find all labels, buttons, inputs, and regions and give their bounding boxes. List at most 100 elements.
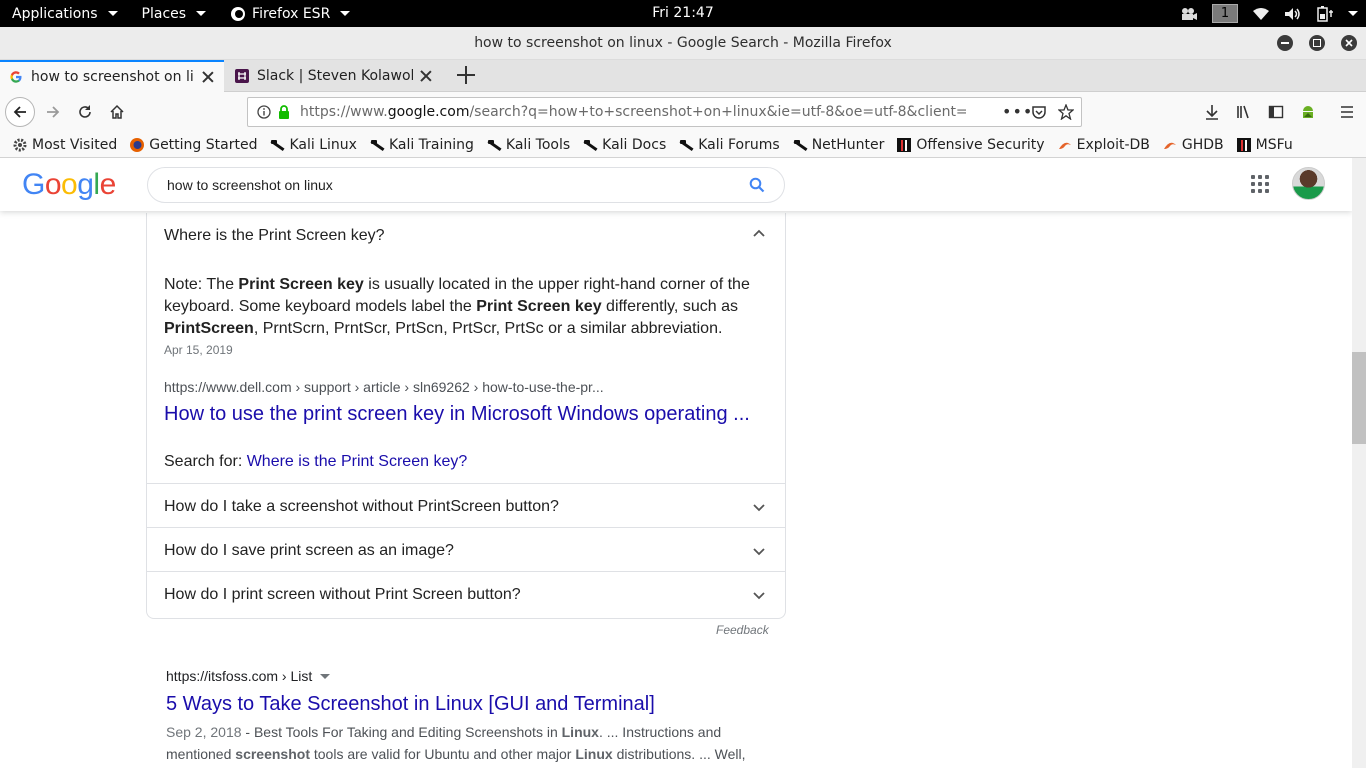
window-title: how to screenshot on linux - Google Sear… xyxy=(474,35,892,51)
close-window-button[interactable] xyxy=(1341,35,1357,51)
bookmark-most-visited[interactable]: Most Visited xyxy=(12,137,117,153)
arrow-right-icon xyxy=(47,106,60,118)
people-also-ask: Where is the Print Screen key? Note: The… xyxy=(146,213,786,619)
lock-icon[interactable] xyxy=(277,104,291,120)
bookmark-kali-training[interactable]: Kali Training xyxy=(369,137,474,153)
bookmark-msfu[interactable]: MSFu xyxy=(1236,137,1293,153)
battery-icon[interactable] xyxy=(1316,5,1334,23)
bookmark-label: Kali Linux xyxy=(289,136,357,153)
result-title-link[interactable]: How to use the print screen key in Micro… xyxy=(164,403,750,426)
google-apps-icon[interactable] xyxy=(1251,175,1269,193)
reload-icon xyxy=(79,105,91,118)
bookmark-kali-forums[interactable]: Kali Forums xyxy=(678,137,780,153)
snippet-bold: Print Screen key xyxy=(238,276,364,293)
maximize-icon xyxy=(1313,39,1321,47)
reload-button[interactable] xyxy=(70,97,100,127)
snippet-bold: Print Screen key xyxy=(476,298,602,315)
forward-button[interactable] xyxy=(38,97,68,127)
page-scrollbar[interactable] xyxy=(1352,158,1366,768)
bookmark-kali-docs[interactable]: Kali Docs xyxy=(582,137,666,153)
extension-button[interactable] xyxy=(1293,97,1323,127)
paa-snippet: Note: The Print Screen key is usually lo… xyxy=(164,274,764,340)
result-title-link[interactable]: 5 Ways to Take Screenshot in Linux [GUI … xyxy=(166,693,786,716)
bookmark-label: Getting Started xyxy=(149,136,258,153)
video-camera-icon[interactable] xyxy=(1180,5,1198,23)
page-actions-icon[interactable]: ••• xyxy=(1002,102,1033,121)
close-tab-icon[interactable] xyxy=(201,70,215,84)
firefox-app-label: Firefox ESR xyxy=(252,5,331,22)
firefox-icon xyxy=(231,6,246,21)
maximize-button[interactable] xyxy=(1309,35,1325,51)
search-for-row: Search for: Where is the Print Screen ke… xyxy=(164,453,467,471)
chevron-down-icon[interactable] xyxy=(752,588,766,602)
offsec-icon xyxy=(897,137,912,152)
applications-label: Applications xyxy=(12,5,98,22)
search-icon[interactable] xyxy=(749,177,765,193)
android-extension-icon xyxy=(1303,106,1313,118)
chevron-down-icon[interactable] xyxy=(752,544,766,558)
firefox-app-menu[interactable]: Firefox ESR xyxy=(218,0,362,27)
bookmark-exploit-db[interactable]: Exploit-DB xyxy=(1057,137,1150,153)
url-bar[interactable]: https://www.google.com/search?q=how+to+s… xyxy=(247,97,1082,127)
chevron-down-icon xyxy=(196,11,207,16)
back-button[interactable] xyxy=(5,97,35,127)
sidebar-button[interactable] xyxy=(1261,97,1291,127)
tab-label: Slack | Steven Kolawole | xyxy=(257,68,413,84)
paa-question[interactable]: How do I save print screen as an image? xyxy=(164,542,454,560)
star-bookmark-icon[interactable] xyxy=(1058,104,1074,120)
downloads-button[interactable] xyxy=(1197,97,1227,127)
close-tab-icon[interactable] xyxy=(419,69,433,83)
applications-menu[interactable]: Applications xyxy=(0,0,130,27)
wifi-icon[interactable] xyxy=(1252,5,1270,23)
library-icon xyxy=(1237,105,1249,119)
slack-favicon-icon xyxy=(235,69,249,83)
bookmark-label: GHDB xyxy=(1181,136,1224,153)
paa-question-expanded[interactable]: Where is the Print Screen key? xyxy=(164,227,385,245)
volume-icon[interactable] xyxy=(1284,5,1302,23)
workspace-indicator[interactable]: 1 xyxy=(1212,4,1238,23)
bookmark-getting-started[interactable]: Getting Started xyxy=(129,137,257,153)
bookmark-label: Kali Tools xyxy=(505,136,571,153)
url-path: /search?q=how+to+screenshot+on+linux&ie=… xyxy=(469,104,966,120)
bookmark-kali-linux[interactable]: Kali Linux xyxy=(269,136,357,153)
scrollbar-thumb[interactable] xyxy=(1352,352,1366,444)
paa-question[interactable]: How do I take a screenshot without Print… xyxy=(164,498,559,516)
bookmark-label: Offensive Security xyxy=(916,136,1045,153)
kali-dragon-icon xyxy=(269,137,285,153)
paa-question[interactable]: How do I print screen without Print Scre… xyxy=(164,586,521,604)
exploitdb-icon xyxy=(1058,142,1071,149)
offsec-icon xyxy=(1236,137,1251,152)
tab-slack[interactable]: Slack | Steven Kolawole | xyxy=(226,60,448,92)
tab-label: how to screenshot on linux xyxy=(31,69,195,85)
open-menu-button[interactable] xyxy=(1332,97,1362,127)
chevron-up-icon[interactable] xyxy=(752,227,766,241)
result-cite-text: https://itsfoss.com › List xyxy=(166,668,313,684)
system-menu-chevron-icon[interactable] xyxy=(1348,11,1358,16)
library-button[interactable] xyxy=(1229,97,1259,127)
home-button[interactable] xyxy=(102,97,132,127)
search-for-link[interactable]: Where is the Print Screen key? xyxy=(247,453,468,470)
minimize-button[interactable] xyxy=(1277,35,1293,51)
bookmark-ghdb[interactable]: GHDB xyxy=(1162,137,1224,153)
chevron-down-icon[interactable] xyxy=(320,673,331,679)
bookmark-label: Kali Training xyxy=(388,136,474,153)
chevron-down-icon[interactable] xyxy=(752,500,766,514)
snippet-bold: PrintScreen xyxy=(164,320,254,337)
new-tab-button[interactable] xyxy=(455,64,477,86)
avatar[interactable] xyxy=(1292,167,1325,200)
tab-google-search[interactable]: how to screenshot on linux xyxy=(0,60,224,92)
url-text[interactable]: https://www.google.com/search?q=how+to+s… xyxy=(300,104,966,120)
bookmark-nethunter[interactable]: NetHunter xyxy=(792,137,884,153)
feedback-link[interactable]: Feedback xyxy=(716,623,769,637)
pocket-icon[interactable] xyxy=(1031,104,1047,120)
divider xyxy=(147,527,785,528)
search-input[interactable]: how to screenshot on linux xyxy=(147,167,785,203)
bookmark-kali-tools[interactable]: Kali Tools xyxy=(486,137,570,153)
gear-icon xyxy=(13,138,27,151)
desc-text: distributions. ... Well, xyxy=(612,746,746,762)
google-logo[interactable]: Google xyxy=(22,168,116,202)
info-icon[interactable] xyxy=(257,105,271,119)
window-titlebar[interactable]: how to screenshot on linux - Google Sear… xyxy=(0,27,1366,60)
bookmark-offensive-security[interactable]: Offensive Security xyxy=(896,136,1045,153)
places-menu[interactable]: Places xyxy=(130,0,219,27)
